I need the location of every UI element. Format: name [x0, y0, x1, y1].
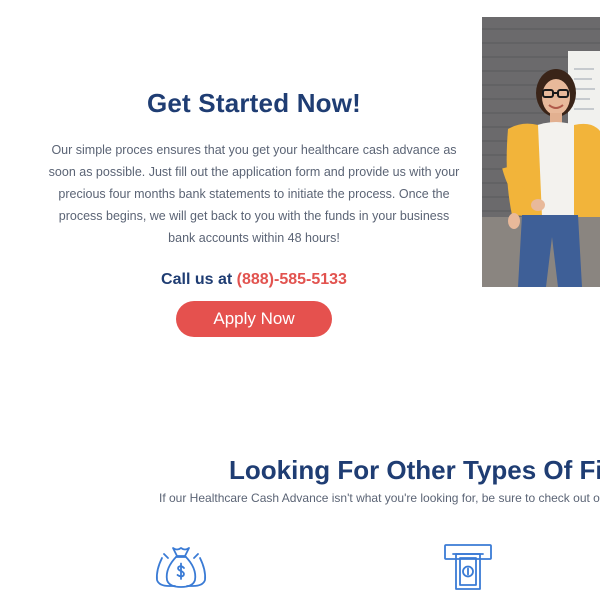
call-us-label: Call us at [161, 271, 233, 288]
hero-photo-woman [482, 17, 600, 287]
other-types-title: Looking For Other Types Of Fi [229, 455, 600, 485]
get-started-title: Get Started Now! [146, 88, 362, 118]
apply-now-button[interactable]: Apply Now [176, 301, 332, 337]
call-us-line: Call us at (888)-585-5133 [40, 271, 468, 289]
get-started-section: Get Started Now! Our simple proces ensur… [40, 88, 468, 337]
money-bags-icon[interactable] [153, 544, 209, 588]
atm-cash-icon[interactable] [443, 543, 493, 591]
phone-number-link[interactable]: (888)-585-5133 [237, 271, 347, 288]
other-types-subtitle: If our Healthcare Cash Advance isn't wha… [159, 491, 600, 505]
get-started-description: Our simple proces ensures that you get y… [48, 143, 460, 245]
